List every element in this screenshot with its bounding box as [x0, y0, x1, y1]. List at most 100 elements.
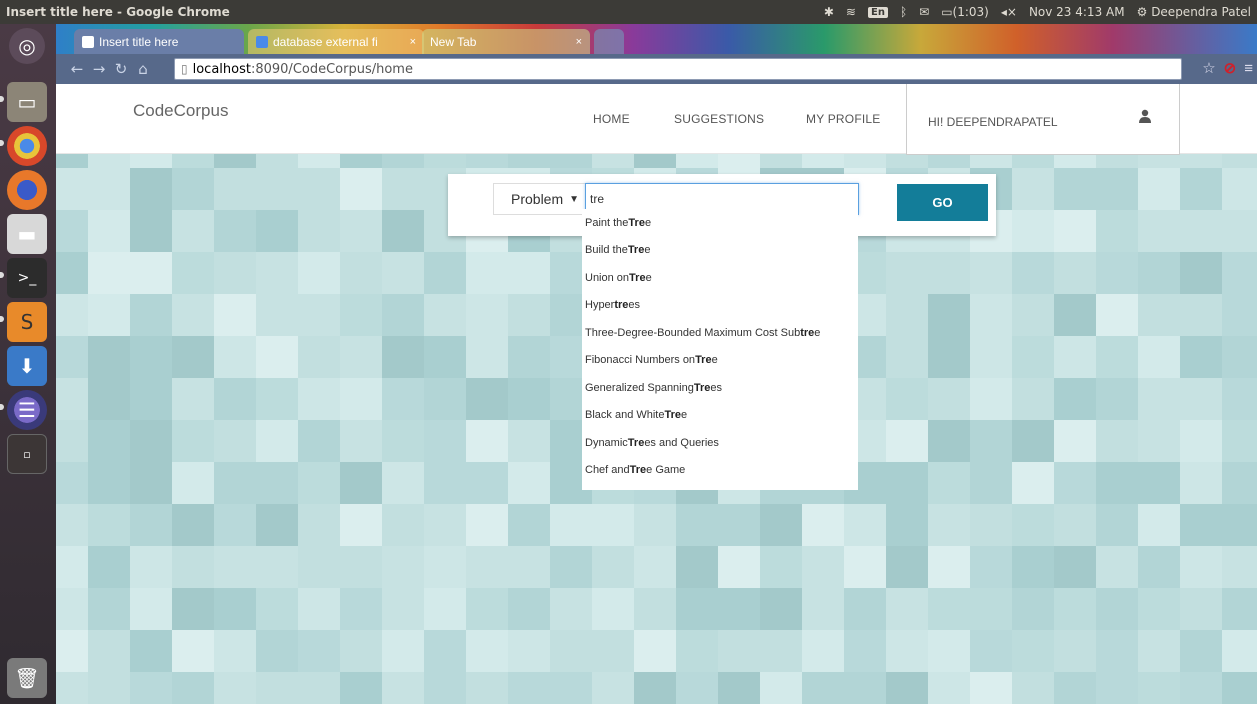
dropbox-icon[interactable]: ✱	[824, 5, 834, 19]
docs-icon	[256, 35, 268, 48]
chrome-icon[interactable]	[7, 126, 47, 166]
sublime-text-icon[interactable]: S	[7, 302, 47, 342]
battery-time: (1:03)	[952, 5, 989, 19]
brand-logo[interactable]: CodeCorpus	[133, 101, 228, 121]
installer-icon[interactable]: ⬇	[7, 346, 47, 386]
indicator-area: ✱ ≋ En ᛒ ✉ ▭(1:03) ◂× Nov 23 4:13 AM ⚙ D…	[824, 5, 1257, 19]
search-type-value: Problem	[511, 191, 564, 207]
battery-icon: ▭	[941, 5, 953, 19]
reload-icon[interactable]: ↻	[110, 60, 132, 78]
suggestion-match: Tre	[629, 271, 646, 284]
url-host: localhost	[192, 61, 251, 77]
toolbar: ← → ↻ ⌂ ▯ localhost:8090/CodeCorpus/home…	[56, 54, 1257, 84]
os-top-panel: Insert title here - Google Chrome ✱ ≋ En…	[0, 0, 1257, 24]
tab-label: New Tab	[430, 34, 477, 49]
nav-home[interactable]: HOME	[593, 112, 630, 126]
suggestion-match: tre	[800, 326, 815, 339]
suggestion-text: Three-Degree-Bounded Maximum Cost Sub	[585, 326, 801, 339]
suggestion-text: es	[710, 381, 722, 394]
menu-icon[interactable]: ≡	[1244, 60, 1253, 77]
close-icon[interactable]: ×	[404, 36, 416, 48]
suggestion-item[interactable]: Hyper tre es	[582, 292, 858, 320]
tab-active[interactable]: Insert title here	[74, 29, 244, 54]
suggestion-match: Tre	[627, 244, 645, 257]
home-icon[interactable]: ⌂	[132, 60, 154, 78]
search-type-select[interactable]: Problem ▼	[493, 183, 585, 215]
tab-label: Insert title here	[99, 34, 179, 49]
suggestion-text: e	[645, 271, 652, 284]
forward-icon[interactable]: →	[88, 60, 110, 78]
suggestion-item[interactable]: Three-Degree-Bounded Maximum Cost Sub tre…	[582, 319, 858, 347]
toolbar-right: ☆ ⊘ ≡	[1202, 59, 1253, 78]
wifi-icon[interactable]: ≋	[846, 5, 856, 19]
suggestion-match: Tre	[664, 409, 681, 422]
suggestion-item[interactable]: Chef and Tre e Game	[582, 457, 858, 485]
suggestion-text: e Game	[646, 464, 686, 477]
firefox-icon[interactable]	[7, 170, 47, 210]
suggestion-item[interactable]: Build the Tre e	[582, 237, 858, 265]
eclipse-icon[interactable]: ☰	[7, 390, 47, 430]
launcher: ◎ ▭ ▬ >_ S ⬇ ☰ ▫ 🗑	[0, 24, 56, 704]
caret-down-icon: ▼	[569, 193, 579, 205]
window-title: Insert title here - Google Chrome	[6, 5, 230, 19]
keyboard-indicator[interactable]: En	[867, 6, 888, 18]
address-bar[interactable]: ▯ localhost:8090/CodeCorpus/home	[174, 58, 1182, 80]
close-icon[interactable]: ×	[570, 36, 582, 48]
tab-database[interactable]: database external fi ×	[248, 29, 424, 54]
bluetooth-icon[interactable]: ᛒ	[900, 5, 907, 19]
user-greeting: HI! DEEPENDRAPATEL	[928, 115, 1058, 129]
tab-new[interactable]: New Tab ×	[422, 29, 590, 54]
suggestion-match: tre	[614, 299, 629, 312]
suggestion-text: Generalized Spanning	[585, 381, 694, 394]
extension-icon[interactable]: ⊘	[1224, 59, 1237, 77]
suggestion-text: es and Queries	[644, 436, 719, 449]
disk-icon[interactable]: ▬	[7, 214, 47, 254]
star-icon[interactable]: ☆	[1202, 59, 1215, 77]
autocomplete-list: Paint the Tre e Build the Tre e Union on Tre…	[582, 209, 858, 490]
user-icon[interactable]	[1139, 109, 1151, 128]
suggestion-item[interactable]: Fibonacci Numbers on Tre e	[582, 347, 858, 375]
suggestion-text: es	[628, 299, 641, 312]
volume-icon[interactable]: ◂×	[1001, 5, 1017, 19]
files-icon[interactable]: ▭	[7, 82, 47, 122]
gear-icon: ⚙	[1136, 5, 1148, 19]
browser-chrome: Insert title here database external fi ×…	[56, 24, 1257, 84]
battery-indicator[interactable]: ▭(1:03)	[941, 5, 989, 19]
suggestion-text: e	[814, 326, 821, 339]
suggestion-match: Tre	[695, 354, 712, 367]
suggestion-item[interactable]: Union on Tre e	[582, 264, 858, 292]
clock[interactable]: Nov 23 4:13 AM	[1029, 5, 1125, 19]
suggestion-text: Fibonacci Numbers on	[585, 354, 696, 367]
terminal-icon[interactable]: >_	[7, 258, 47, 298]
session-menu[interactable]: ⚙ Deependra Patel	[1137, 5, 1251, 19]
url-path: :8090/CodeCorpus/home	[250, 61, 413, 77]
workspace-switcher-icon[interactable]: ▫	[7, 434, 47, 474]
page-icon: ▯	[181, 62, 188, 76]
ubuntu-dash-icon[interactable]: ◎	[9, 28, 45, 64]
suggestion-text: e	[681, 409, 688, 422]
suggestion-text: Black and White	[585, 409, 665, 422]
mail-icon[interactable]: ✉	[919, 5, 929, 19]
suggestion-text: Dynamic	[585, 436, 628, 449]
suggestion-match: Tre	[693, 381, 711, 394]
session-user: Deependra Patel	[1151, 5, 1251, 19]
nav-my-profile[interactable]: MY PROFILE	[806, 112, 880, 126]
suggestion-text: Hyper	[585, 299, 615, 312]
trash-icon[interactable]: 🗑	[7, 658, 47, 698]
page-viewport: CodeCorpus HOME SUGGESTIONS MY PROFILE H…	[56, 84, 1257, 704]
suggestion-text: Paint the	[585, 216, 629, 229]
back-icon[interactable]: ←	[66, 60, 88, 78]
suggestion-item[interactable]: Black and White Tre e	[582, 402, 858, 430]
suggestion-item[interactable]: Paint the Tre e	[582, 209, 858, 237]
nav-suggestions[interactable]: SUGGESTIONS	[674, 112, 764, 126]
suggestion-item[interactable]: Generalized Spanning Tre es	[582, 374, 858, 402]
suggestion-match: Tre	[627, 436, 645, 449]
suggestion-item[interactable]: Dynamic Tre es and Queries	[582, 429, 858, 457]
suggestion-match: Tre	[628, 216, 645, 229]
go-button[interactable]: GO	[897, 184, 988, 221]
user-menu[interactable]: HI! DEEPENDRAPATEL	[906, 84, 1180, 155]
suggestion-text: Build the	[585, 244, 628, 257]
suggestion-text: e	[644, 216, 652, 229]
new-tab-button[interactable]	[594, 29, 624, 54]
suggestion-match: Tre	[629, 464, 647, 477]
